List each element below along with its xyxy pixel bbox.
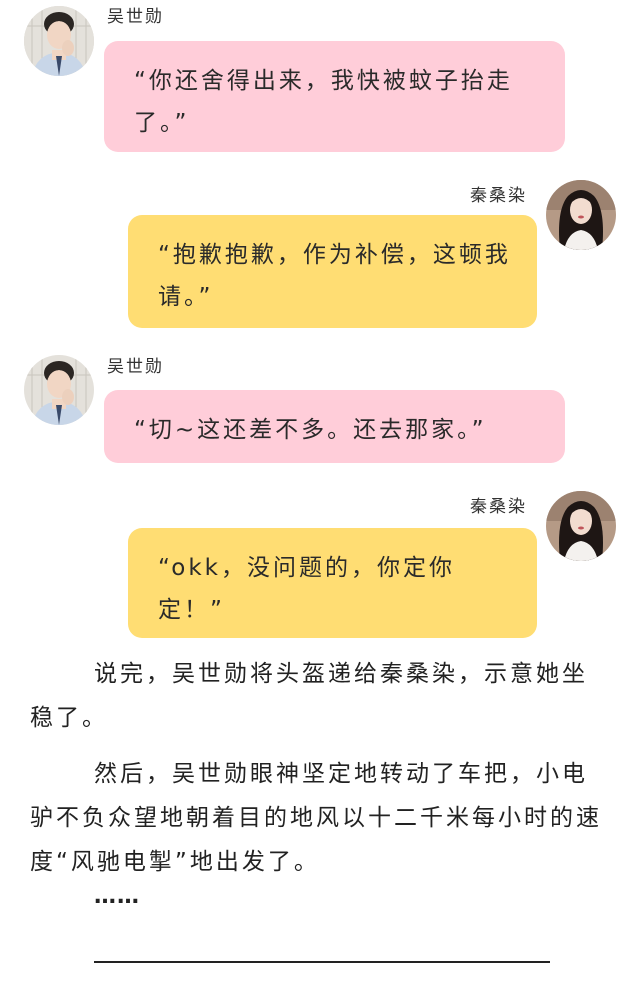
chat-bubble-wu-shixun: “你还舍得出来，我快被蚊子抬走了。” — [104, 41, 565, 152]
avatar-qin-sangran — [546, 180, 616, 250]
chat-bubble-wu-shixun: “切~这还差不多。还去那家。” — [104, 390, 565, 463]
sender-name: 秦桑染 — [470, 186, 527, 206]
chat-bubble-qin-sangran: “okk，没问题的，你定你定！” — [128, 528, 537, 638]
sender-name: 秦桑染 — [470, 497, 527, 517]
narration-paragraph: 说完，吴世勋将头盔递给秦桑染，示意她坐稳了。 — [30, 661, 588, 731]
avatar-wu-shixun — [24, 6, 94, 76]
avatar-wu-shixun — [24, 355, 94, 425]
divider-line — [94, 961, 550, 963]
chat-bubble-qin-sangran: “抱歉抱歉，作为补偿，这顿我请。” — [128, 215, 537, 328]
avatar-qin-sangran — [546, 491, 616, 561]
ellipsis: …… — [94, 884, 140, 909]
sender-name: 吴世勋 — [107, 357, 164, 377]
narration-paragraph: 然后，吴世勋眼神坚定地转动了车把，小电驴不负众望地朝着目的地风以十二千米每小时的… — [30, 761, 602, 875]
sender-name: 吴世勋 — [107, 7, 164, 27]
